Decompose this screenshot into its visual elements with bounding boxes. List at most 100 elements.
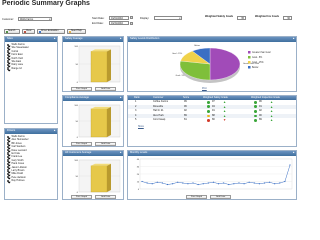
sites-panel-header: Sites ▲	[5, 37, 57, 42]
legend-swatch	[248, 56, 251, 59]
pie-slice	[179, 60, 211, 81]
data-point	[263, 182, 266, 184]
sites-checkbox[interactable]	[6, 67, 9, 70]
table-row[interactable]: 5 Cord Gaap 81 80 ▼ 89 ▲	[128, 118, 296, 122]
search-button[interactable]: Search	[4, 29, 20, 34]
print-graph-button[interactable]: Print Graph	[71, 141, 92, 146]
safety-status-dot	[207, 119, 210, 122]
data-point	[182, 182, 184, 184]
compliance-average-chart: 100 50 0	[74, 105, 121, 139]
y-tick-label: 10	[137, 181, 140, 183]
grid-data-button[interactable]: Grid Data	[210, 195, 231, 199]
bar-side	[107, 49, 111, 82]
drivers-checkbox[interactable]	[6, 179, 9, 182]
end-date-field[interactable]: 01/31/2010	[109, 21, 129, 26]
start-date-field[interactable]: 01/01/2010	[109, 15, 129, 20]
y-tick-label: 0	[77, 82, 79, 84]
calendar-icon[interactable]	[130, 21, 133, 25]
grid-data-button[interactable]: Grid Data	[95, 86, 116, 91]
safety-status-dot	[207, 105, 210, 109]
data-point	[284, 180, 286, 183]
driver-evaluation-button[interactable]: Driver Evaluation	[37, 29, 65, 34]
weighted-inspection-field[interactable]: 90	[283, 16, 292, 20]
data-point	[207, 182, 209, 184]
all-customers-average-panel: All Customers Average ▲ 100 50 0 Print Grap…	[62, 150, 124, 200]
inspection-status-dot	[254, 114, 257, 118]
pie-slice-label: Below	[194, 45, 200, 47]
pie-slice-label: Goal - 15%	[172, 53, 182, 55]
y-tick-label: 100	[74, 105, 78, 107]
collapse-icon[interactable]: ▲	[119, 37, 122, 42]
print-link[interactable]: Print	[202, 88, 207, 91]
drivers-panel-header: Drivers ▲	[5, 129, 57, 134]
safety-status-dot	[207, 109, 210, 113]
grid-data-button[interactable]: Grid Data	[95, 141, 116, 146]
data-point	[274, 183, 276, 185]
data-point	[253, 182, 255, 184]
safety-levels-panel: Safety Levels Distribution ▲ Greater than…	[127, 36, 297, 92]
safety-average-panel: Safety Average ▲ 100 50 0 Print Graph Grid …	[62, 36, 124, 92]
end-date-label: End Date:	[92, 22, 104, 25]
data-point	[166, 183, 169, 186]
clear-button[interactable]: Clear	[22, 29, 35, 34]
legend-swatch	[248, 61, 251, 64]
bar	[90, 108, 108, 138]
data-point	[238, 182, 240, 184]
legend-label: Goal - 15%	[252, 62, 264, 64]
collapse-icon[interactable]: ▲	[292, 151, 295, 156]
drivers-item[interactable]: Ray Holmes	[6, 179, 56, 182]
safety-status-dot	[207, 114, 210, 118]
legend-swatch	[248, 51, 251, 54]
sites-ranking-table: Rank Customer Score Weighted Safety Grad…	[127, 95, 297, 147]
weighted-safety-field[interactable]: 95	[237, 16, 246, 20]
legend-label: Greater than Goal	[252, 51, 271, 54]
driver-evaluation-icon	[38, 30, 41, 33]
compliance-average-panel: Compliance Average ▲ 100 50 0 Print Graph G…	[62, 95, 124, 147]
safety-status-dot	[207, 100, 210, 104]
grid-data-button[interactable]: Grid Data	[95, 195, 116, 199]
sites-item[interactable]: Range 12	[6, 67, 56, 70]
y-tick-label: 0	[138, 189, 140, 191]
print-graph-button[interactable]: Print Graph	[71, 86, 92, 91]
inspection-status-dot	[254, 105, 257, 109]
calendar-icon[interactable]	[130, 16, 133, 19]
start-date-label: Start Date:	[92, 16, 105, 20]
page-title: Periodic Summary Graphs	[2, 0, 90, 7]
y-tick-label: 20	[137, 174, 140, 176]
collapse-icon[interactable]: ▲	[119, 96, 122, 101]
help-icon	[68, 30, 71, 33]
collapse-icon[interactable]: ▲	[53, 37, 56, 42]
data-point	[233, 183, 235, 185]
collapse-icon[interactable]: ▲	[292, 37, 295, 42]
drivers-list: Wells Farms Alex Hernandez Bill Jones Carl …	[6, 135, 56, 182]
safety-levels-pie-chart: Greater than Goal Goal - 5% Goal - 15% Belo…	[172, 45, 271, 83]
legend-label: Goal - 5%	[252, 57, 262, 59]
pie-slice-label: Goal - 5%	[176, 75, 185, 77]
safety-average-header: Safety Average ▲	[63, 37, 123, 42]
inspection-status-dot	[254, 100, 257, 104]
show-link[interactable]: Show	[138, 126, 144, 129]
collapse-icon[interactable]: ▲	[53, 129, 56, 134]
bar	[90, 165, 108, 193]
legend-label: Below	[252, 67, 259, 69]
print-graph-button[interactable]: Print Graph	[71, 195, 92, 199]
y-tick-label: 50	[76, 121, 79, 123]
bar	[90, 51, 108, 83]
safety-levels-header: Safety Levels Distribution ▲	[128, 37, 296, 42]
data-point	[172, 183, 174, 185]
data-point	[258, 183, 260, 185]
all-customers-average-chart: 100 50 0	[74, 160, 121, 194]
weighted-inspection-label: Weighted Ins Goals	[255, 15, 280, 18]
inspection-status-dot	[254, 109, 257, 113]
cell-rank: 5	[135, 118, 137, 122]
cell-customer: Cord Gaap	[153, 118, 166, 122]
display-select[interactable]	[154, 15, 182, 20]
data-point	[289, 164, 291, 166]
data-point	[146, 182, 148, 184]
collapse-icon[interactable]: ▲	[119, 151, 122, 156]
data-point	[268, 181, 271, 183]
customer-select[interactable]: Wells Farms	[18, 17, 52, 22]
print-graph-button[interactable]: Print Graph	[186, 195, 207, 199]
need-help-button[interactable]: Need Help	[67, 29, 86, 34]
trend-arrow-icon: ▼	[223, 118, 227, 123]
